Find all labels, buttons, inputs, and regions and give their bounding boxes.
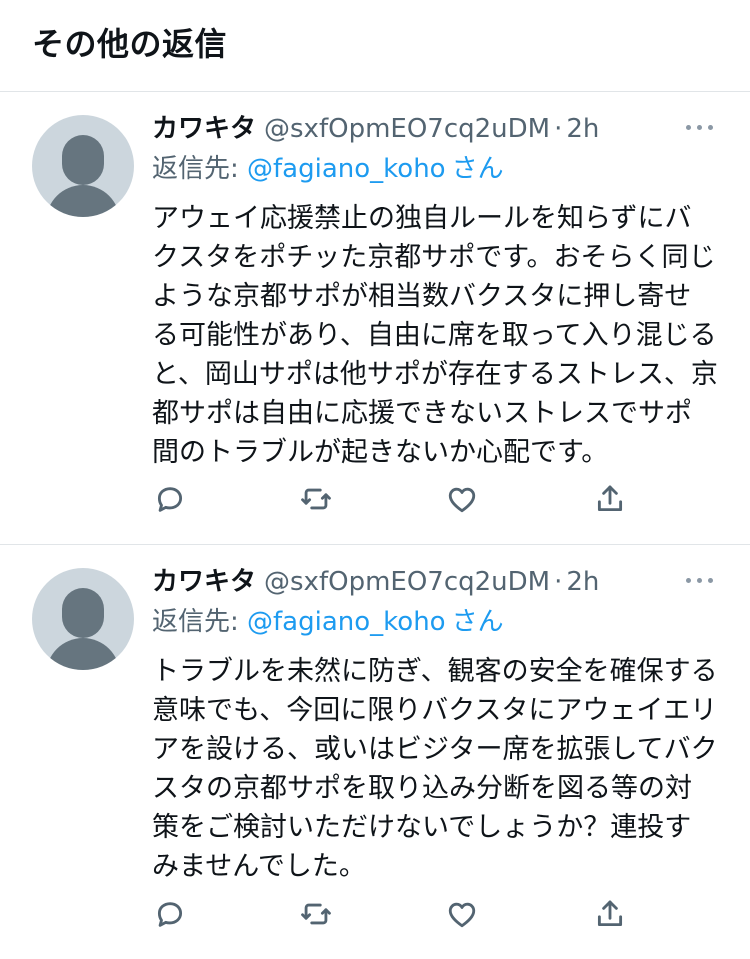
tweet-time[interactable]: 2h bbox=[566, 567, 599, 597]
reply-label: 返信先: bbox=[152, 607, 239, 637]
reply-icon[interactable] bbox=[152, 896, 188, 932]
avatar-head bbox=[62, 135, 104, 185]
tweet-text: アウェイ応援禁止の独自ルールを知らずにバクスタをポチッた京都サポです。おそらく同… bbox=[152, 203, 718, 468]
meta-separator: · bbox=[554, 567, 563, 597]
tweet-meta: カワキタ @sxfOpmEO7cq2uDM · 2h bbox=[152, 109, 599, 149]
reply-icon[interactable] bbox=[152, 481, 188, 517]
section-header: その他の返信 bbox=[0, 0, 750, 92]
reply-label: 返信先: bbox=[152, 154, 239, 184]
tweet[interactable]: カワキタ @sxfOpmEO7cq2uDM · 2h 返信先: @fagiano_ko… bbox=[0, 93, 750, 545]
tweet-meta: カワキタ @sxfOpmEO7cq2uDM · 2h bbox=[152, 562, 599, 602]
user-name[interactable]: カワキタ bbox=[152, 114, 256, 144]
tweet[interactable]: カワキタ @sxfOpmEO7cq2uDM · 2h 返信先: @fagiano_ko… bbox=[0, 546, 750, 959]
tweet-time[interactable]: 2h bbox=[566, 114, 599, 144]
reply-user-link[interactable]: @fagiano_koho bbox=[247, 154, 446, 184]
reply-suffix: さん bbox=[451, 607, 504, 637]
tweet-actions bbox=[152, 896, 712, 936]
user-name[interactable]: カワキタ bbox=[152, 567, 256, 597]
tweet-actions bbox=[152, 481, 712, 521]
heart-icon[interactable] bbox=[444, 481, 480, 517]
avatar-body bbox=[46, 638, 120, 670]
reply-to: 返信先: @fagiano_koho さん bbox=[152, 149, 504, 189]
user-handle[interactable]: @sxfOpmEO7cq2uDM bbox=[264, 114, 550, 144]
avatar[interactable] bbox=[32, 115, 134, 217]
avatar-head bbox=[62, 588, 104, 638]
reply-to: 返信先: @fagiano_koho さん bbox=[152, 602, 504, 642]
heart-icon[interactable] bbox=[444, 896, 480, 932]
avatar[interactable] bbox=[32, 568, 134, 670]
user-handle[interactable]: @sxfOpmEO7cq2uDM bbox=[264, 567, 550, 597]
meta-separator: · bbox=[554, 114, 563, 144]
retweet-icon[interactable] bbox=[298, 896, 334, 932]
reply-user-link[interactable]: @fagiano_koho bbox=[247, 607, 446, 637]
section-title: その他の返信 bbox=[32, 25, 228, 63]
reply-suffix: さん bbox=[451, 154, 504, 184]
avatar-body bbox=[46, 185, 120, 217]
tweet-text: トラブルを未然に防ぎ、観客の安全を確保する意味でも、今回に限りバクスタにアウェイ… bbox=[152, 656, 718, 882]
share-icon[interactable] bbox=[592, 896, 628, 932]
more-horizontal-icon[interactable] bbox=[684, 568, 716, 592]
retweet-icon[interactable] bbox=[298, 481, 334, 517]
share-icon[interactable] bbox=[592, 481, 628, 517]
more-horizontal-icon[interactable] bbox=[684, 115, 716, 139]
